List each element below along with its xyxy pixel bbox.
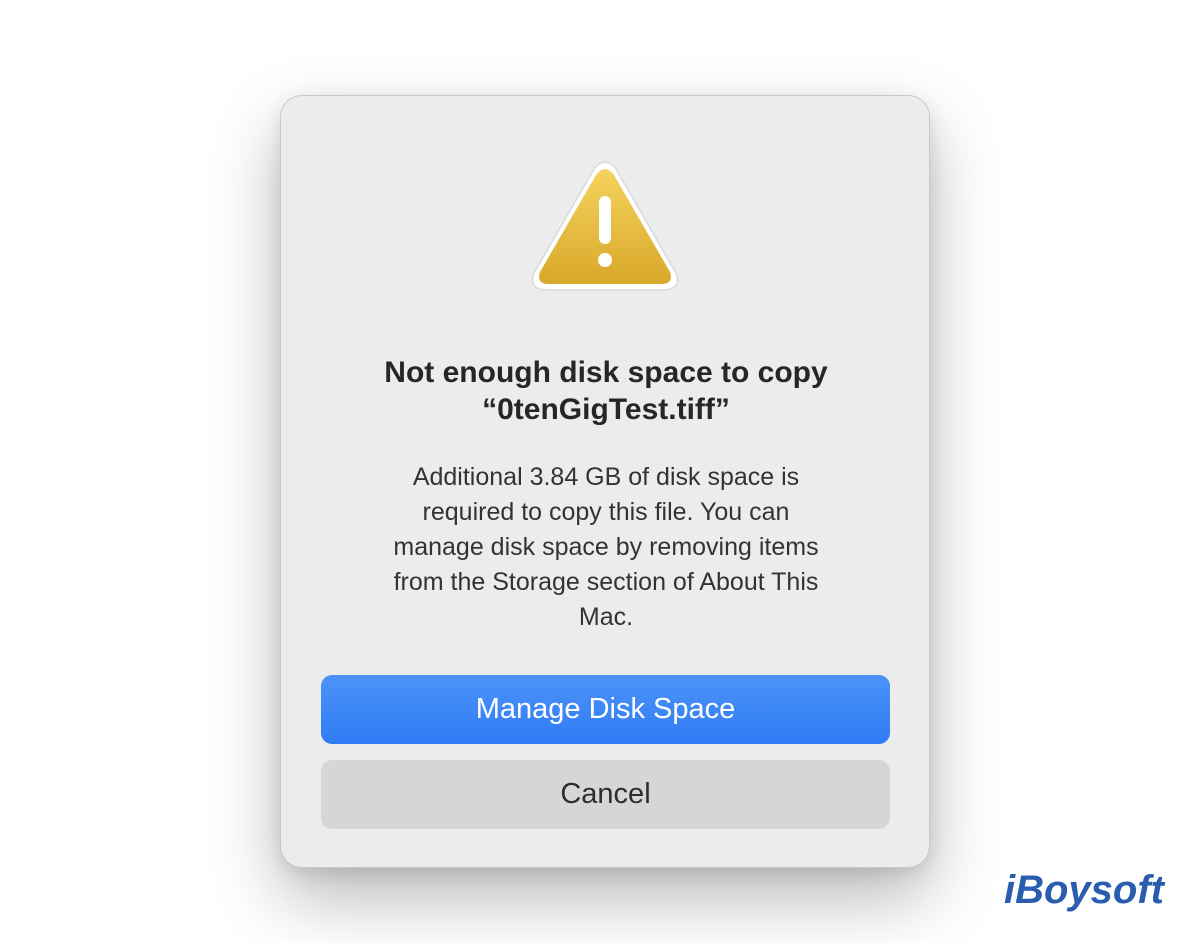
dialog-message-line: required to copy this file. You can [422,498,790,526]
dialog-message: Additional 3.84 GB of disk space is requ… [336,460,876,635]
dialog-message-line: from the Storage section of About This [393,568,819,596]
warning-triangle-icon [531,161,679,291]
manage-disk-space-button[interactable]: Manage Disk Space [321,675,890,744]
alert-dialog: Not enough disk space to copy “0tenGigTe… [280,95,930,868]
dialog-title: Not enough disk space to copy “0tenGigTe… [321,354,891,428]
dialog-title-line: Not enough disk space to copy [384,356,828,389]
dialog-title-line: “0tenGigTest.tiff” [482,393,730,426]
iboysoft-watermark: iBoysoft [1004,868,1164,912]
cancel-label: Cancel [560,778,651,810]
dialog-message-line: manage disk space by removing items [393,533,819,561]
dialog-message-line: Mac. [578,603,634,631]
cancel-button[interactable]: Cancel [321,760,890,829]
manage-disk-space-label: Manage Disk Space [475,693,736,725]
dialog-message-line: Additional 3.84 GB of disk space is [412,463,800,491]
